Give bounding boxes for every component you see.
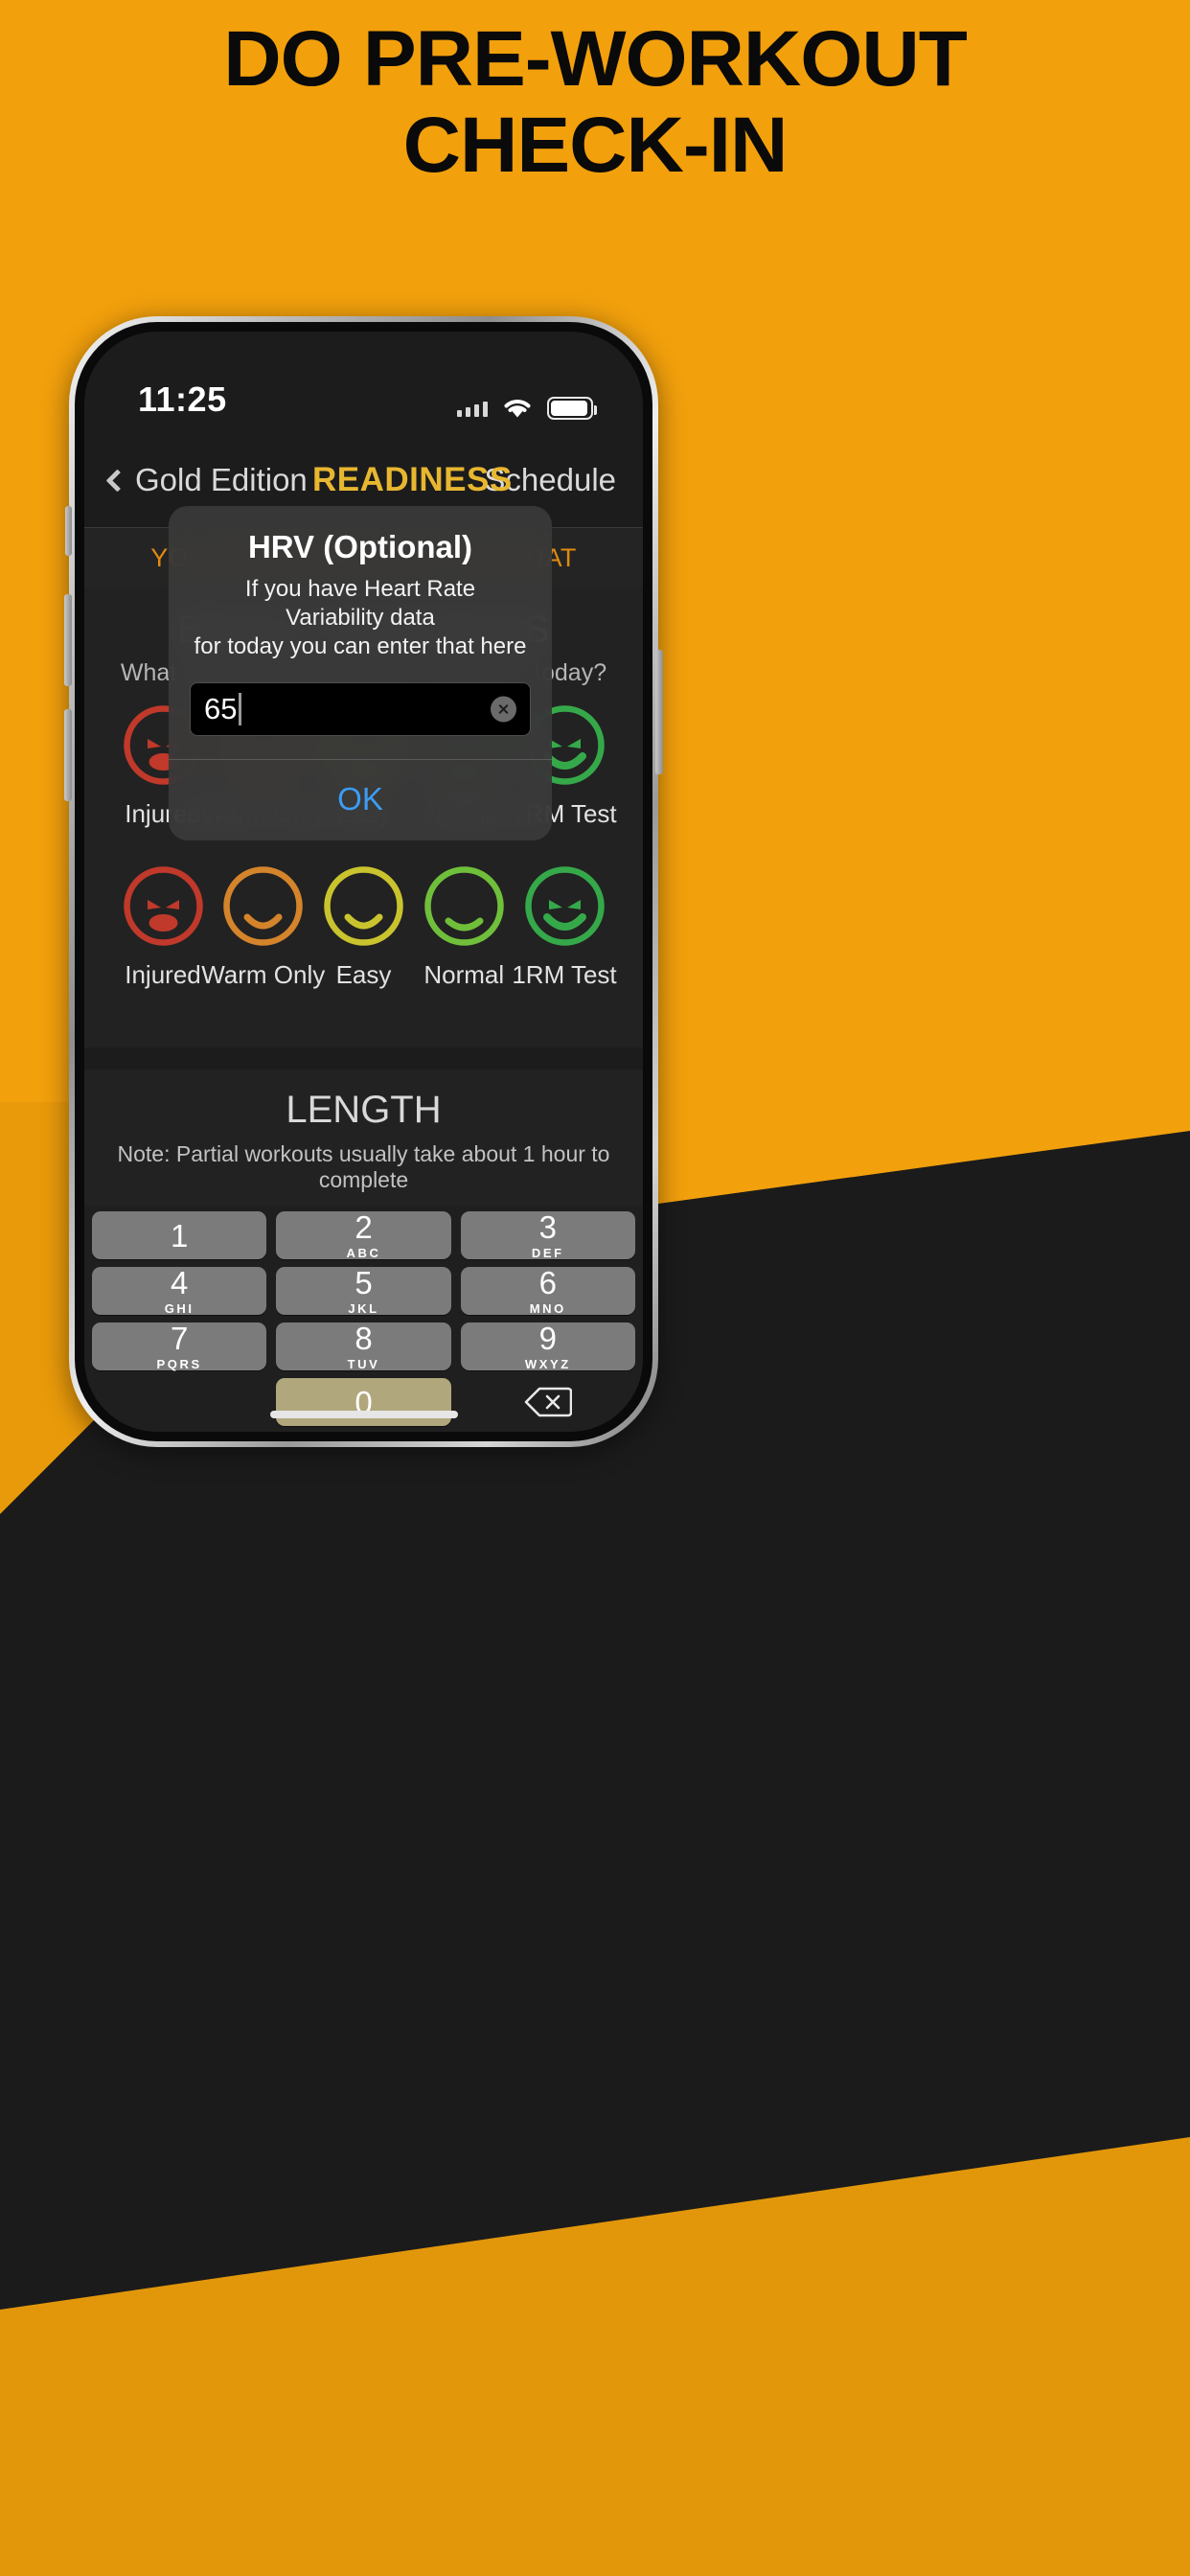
mute-switch[interactable] [65, 506, 72, 556]
key-number: 3 [538, 1208, 557, 1245]
key-5[interactable]: 5 JKL [276, 1264, 451, 1316]
page-title: READINESS [312, 461, 513, 498]
key-7[interactable]: 7 PQRS [92, 1320, 267, 1371]
readiness-option-label: 1RM Test [512, 960, 617, 989]
readiness-option-label: Warm Only [201, 960, 326, 989]
keyboard-row: 1 2 ABC 3 DEF [92, 1208, 635, 1260]
hrv-alert-dialog: HRV (Optional) If you have Heart Rate Va… [169, 506, 552, 840]
key-number: 5 [355, 1264, 373, 1300]
numeric-keyboard: 1 2 ABC 3 DEF 4 GHI 5 JKL 6 MNO 7 PQRS 8 TUV 9 WXYZ 0 [84, 1206, 643, 1432]
key-number: 1 [170, 1217, 189, 1254]
key-letters: TUV [347, 1356, 380, 1371]
backspace-icon[interactable] [461, 1378, 635, 1426]
alert-input-container: 65 [169, 661, 552, 759]
readiness-option-label: Normal [423, 960, 505, 989]
keyboard-row: 4 GHI 5 JKL 6 MNO [92, 1264, 635, 1316]
key-number: 2 [355, 1208, 373, 1245]
key-number: 4 [170, 1264, 189, 1300]
face-frown-icon [323, 865, 404, 947]
key-number: 9 [538, 1320, 557, 1356]
face-frown-icon [222, 865, 304, 947]
headline-line-1: DO PRE-WORKOUT [223, 15, 968, 103]
length-note: Note: Partial workouts usually take abou… [117, 1141, 610, 1192]
hrv-input[interactable]: 65 [190, 682, 531, 736]
readiness-option-injured[interactable]: Injured [113, 865, 213, 990]
signal-dots-icon [457, 400, 488, 417]
key-0[interactable]: 0 [276, 1378, 451, 1426]
back-button-label: Gold Edition [135, 462, 308, 497]
status-bar-indicators [457, 396, 597, 420]
key-3[interactable]: 3 DEF [460, 1208, 635, 1260]
alert-ok-button[interactable]: OK [169, 760, 552, 840]
key-letters: GHI [164, 1300, 195, 1316]
key-4[interactable]: 4 GHI [92, 1264, 267, 1316]
readiness-option-1rm-test[interactable]: 1RM Test [512, 865, 617, 990]
face-smile-icon [423, 865, 505, 947]
home-indicator[interactable] [269, 1411, 458, 1418]
key-2[interactable]: 2 ABC [276, 1208, 451, 1260]
back-button[interactable]: Gold Edition [102, 462, 308, 498]
clear-circle-icon[interactable] [491, 696, 516, 723]
face-grin-icon [524, 865, 606, 947]
key-number: 7 [170, 1320, 189, 1356]
text-caret [239, 693, 241, 725]
readiness-options-row: Injured Warm Only Easy Normal 1RM Test [84, 829, 643, 990]
power-button[interactable] [655, 650, 663, 774]
chevron-left-icon [105, 468, 129, 493]
keyboard-row: 0 [92, 1378, 635, 1426]
readiness-option-warm-only[interactable]: Warm Only [201, 865, 325, 990]
readiness-option-label: Easy [335, 960, 392, 989]
alert-message-line-1: If you have Heart Rate Variability data [244, 576, 476, 631]
status-bar-time: 11:25 [138, 380, 227, 419]
wifi-icon [501, 396, 534, 420]
alert-title: HRV (Optional) [247, 529, 473, 564]
face-angry-icon [123, 865, 204, 947]
hrv-input-value: 65 [204, 692, 238, 725]
readiness-option-normal[interactable]: Normal [414, 865, 514, 990]
key-number: 6 [538, 1264, 557, 1300]
battery-full-icon [547, 396, 597, 420]
alert-message-line-2: for today you can enter that here [194, 633, 527, 659]
status-bar: 11:25 [84, 332, 643, 433]
key-letters: WXYZ [524, 1356, 571, 1371]
key-9[interactable]: 9 WXYZ [460, 1320, 635, 1371]
length-title: LENGTH [286, 1089, 442, 1131]
key-letters: PQRS [156, 1356, 202, 1371]
key-letters: JKL [348, 1300, 379, 1316]
headline-line-2: CHECK-IN [402, 102, 789, 190]
volume-down-button[interactable] [64, 709, 72, 801]
keyboard-row: 7 PQRS 8 TUV 9 WXYZ [92, 1320, 635, 1371]
key-6[interactable]: 6 MNO [460, 1264, 635, 1316]
alert-message: If you have Heart Rate Variability data … [169, 565, 552, 661]
readiness-option-easy[interactable]: Easy [314, 865, 414, 990]
key-1[interactable]: 1 [92, 1211, 267, 1259]
key-letters: MNO [529, 1300, 566, 1316]
key-8[interactable]: 8 TUV [276, 1320, 451, 1371]
key-letters: DEF [531, 1245, 564, 1260]
phone-screen: 11:25 Gold Edition READINESS Schedule Wh… [84, 332, 643, 1432]
readiness-option-label: Injured [125, 960, 201, 989]
key-blank-left [92, 1378, 266, 1426]
poster-headline: DO PRE-WORKOUT CHECK-IN [0, 20, 1190, 190]
key-number: 8 [355, 1320, 373, 1356]
phone-mockup: 11:25 Gold Edition READINESS Schedule Wh… [64, 316, 663, 1447]
volume-up-button[interactable] [64, 594, 72, 686]
key-letters: ABC [346, 1245, 381, 1260]
